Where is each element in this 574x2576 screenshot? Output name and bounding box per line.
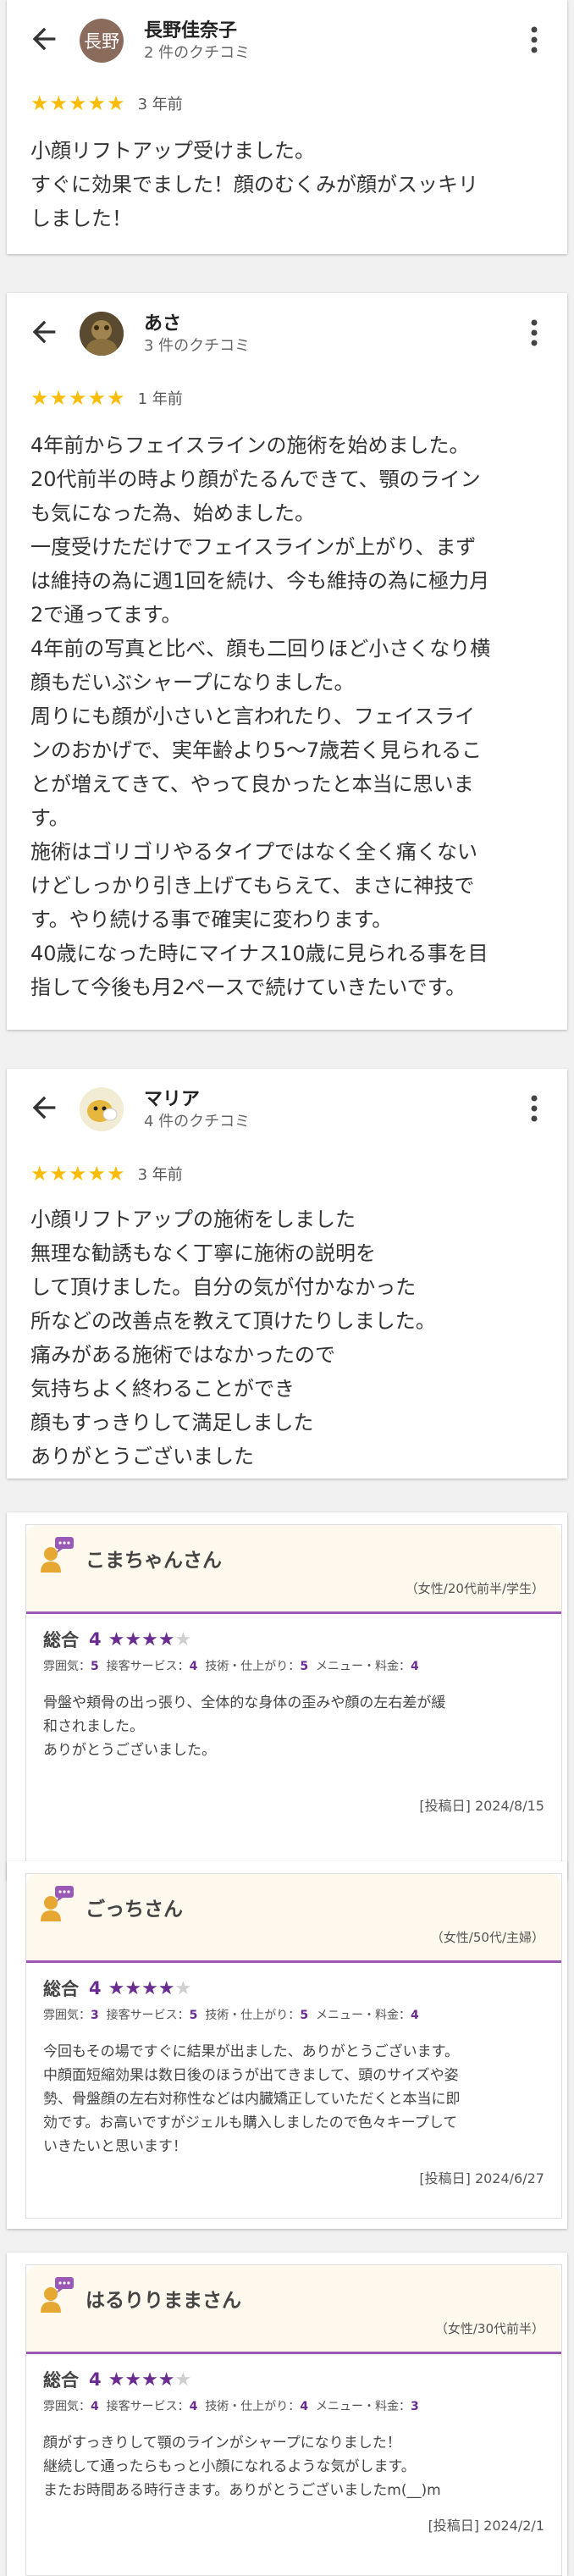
sub-ratings: 雰囲気：4 接客サービス：4 技術・仕上がり：4 メニュー・料金：3 bbox=[43, 2400, 419, 2413]
post-date: [投稿日] 2024/6/27 bbox=[419, 2170, 544, 2186]
user-comment-icon bbox=[41, 2277, 74, 2313]
review-card: ごっちさん （女性/50代/主婦） 総合 4 ★★★★★ 雰囲気：3 接客サービ… bbox=[7, 1861, 567, 2229]
more-options-icon[interactable] bbox=[530, 1094, 538, 1123]
sub-ratings: 雰囲気：5 接客サービス：4 技術・仕上がり：5 メニュー・料金：4 bbox=[43, 1660, 419, 1673]
user-comment-icon bbox=[41, 1537, 74, 1573]
salon-review: ごっちさん （女性/50代/主婦） 総合 4 ★★★★★ 雰囲気：3 接客サービ… bbox=[25, 1873, 562, 2219]
review-age: 3 年前 bbox=[137, 1166, 183, 1184]
review-text: 顔がすっきりして顎のラインがシャープになりました！ 継続して通ったらもっと小顔に… bbox=[43, 2435, 441, 2499]
more-options-icon[interactable] bbox=[530, 318, 538, 347]
star-rating: ★★★★★ bbox=[108, 1977, 192, 1999]
review-text: 小顔リフトアップの施術をしました 無理な勧誘もなく丁寧に施術の説明を して頂けま… bbox=[30, 1208, 436, 1468]
reviewer-attributes: （女性/20代前半/学生） bbox=[405, 1581, 544, 1596]
reviewer-attributes: （女性/30代前半） bbox=[434, 2321, 544, 2336]
review-age: 3 年前 bbox=[137, 96, 183, 113]
sub-ratings: 雰囲気：3 接客サービス：5 技術・仕上がり：5 メニュー・料金：4 bbox=[43, 2009, 419, 2022]
back-arrow-icon[interactable] bbox=[27, 22, 61, 56]
overall-label: 総合 bbox=[43, 1979, 79, 1999]
review-card: 長野 長野佳奈子 2 件のクチコミ ★★★★★ 3 年前 小顔リフトアップ受けま… bbox=[7, 0, 567, 254]
review-card: こまちゃんさん （女性/20代前半/学生） 総合 4 ★★★★★ 雰囲気：5 接… bbox=[7, 1512, 567, 1880]
overall-rating: 総合 4 ★★★★★ bbox=[43, 1627, 191, 1652]
review-text: 小顔リフトアップ受けました。 すぐに効果でました！顔のむくみが顔がスッキリ しま… bbox=[30, 139, 478, 230]
review-text: 今回もその場ですぐに結果が出ました、ありがとうございます。 中顔面短縮効果は数日… bbox=[43, 2043, 461, 2155]
overall-score: 4 bbox=[89, 1978, 102, 1998]
post-date: [投稿日] 2024/8/15 bbox=[419, 1798, 544, 1814]
review-text: 骨盤や頬骨の出っ張り、全体的な身体の歪みや顔の左右差が緩 和されました。 ありが… bbox=[43, 1694, 446, 1759]
review-count: 2 件のクチコミ bbox=[144, 44, 251, 62]
avatar bbox=[80, 312, 124, 356]
review-count: 3 件のクチコミ bbox=[144, 337, 251, 355]
avatar-photo-icon bbox=[80, 1087, 124, 1131]
overall-score: 4 bbox=[89, 2369, 102, 2390]
reviewer-name: 長野佳奈子 bbox=[144, 20, 238, 41]
rating-row: ★★★★★ 1 年前 bbox=[30, 386, 183, 410]
overall-rating: 総合 4 ★★★★★ bbox=[43, 2367, 191, 2392]
reviewer-name: ごっちさん bbox=[86, 1899, 183, 1921]
salon-review: はるりりままさん （女性/30代前半） 総合 4 ★★★★★ 雰囲気：4 接客サ… bbox=[25, 2264, 562, 2576]
back-arrow-icon[interactable] bbox=[27, 1091, 61, 1125]
review-card: あさ 3 件のクチコミ ★★★★★ 1 年前 4年前からフェイスラインの施術を始… bbox=[7, 293, 567, 1030]
star-rating: ★★★★★ bbox=[108, 2369, 192, 2391]
reviewer-name: マリア bbox=[144, 1089, 201, 1110]
overall-label: 総合 bbox=[43, 2370, 79, 2391]
review-count: 4 件のクチコミ bbox=[144, 1113, 251, 1130]
rating-row: ★★★★★ 3 年前 bbox=[30, 91, 183, 115]
review-age: 1 年前 bbox=[137, 390, 183, 408]
reviewer-name: はるりりままさん bbox=[86, 2290, 241, 2312]
back-arrow-icon[interactable] bbox=[27, 315, 61, 349]
star-rating: ★★★★★ bbox=[30, 1162, 126, 1186]
review-card: はるりりままさん （女性/30代前半） 総合 4 ★★★★★ 雰囲気：4 接客サ… bbox=[7, 2253, 567, 2576]
review-card: マリア 4 件のクチコミ ★★★★★ 3 年前 小顔リフトアップの施術をしました… bbox=[7, 1069, 567, 1479]
avatar bbox=[80, 1087, 124, 1131]
review-text: 4年前からフェイスラインの施術を始めました。 20代前半の時より顔がたるんできて… bbox=[30, 434, 491, 999]
overall-label: 総合 bbox=[43, 1630, 79, 1650]
overall-rating: 総合 4 ★★★★★ bbox=[43, 1976, 191, 2001]
star-rating: ★★★★★ bbox=[30, 91, 126, 115]
star-rating: ★★★★★ bbox=[108, 1628, 192, 1650]
rating-row: ★★★★★ 3 年前 bbox=[30, 1162, 183, 1186]
avatar: 長野 bbox=[80, 19, 124, 63]
reviewer-name: こまちゃんさん bbox=[86, 1550, 222, 1572]
more-options-icon[interactable] bbox=[530, 25, 538, 54]
reviewer-name: あさ bbox=[144, 313, 182, 334]
reviewer-attributes: （女性/50代/主婦） bbox=[430, 1930, 544, 1945]
avatar-photo-icon bbox=[80, 312, 124, 356]
salon-review: こまちゃんさん （女性/20代前半/学生） 総合 4 ★★★★★ 雰囲気：5 接… bbox=[25, 1524, 562, 1870]
overall-score: 4 bbox=[89, 1629, 102, 1650]
star-rating: ★★★★★ bbox=[30, 386, 126, 410]
post-date: [投稿日] 2024/2/1 bbox=[428, 2518, 544, 2534]
user-comment-icon bbox=[41, 1886, 74, 1921]
